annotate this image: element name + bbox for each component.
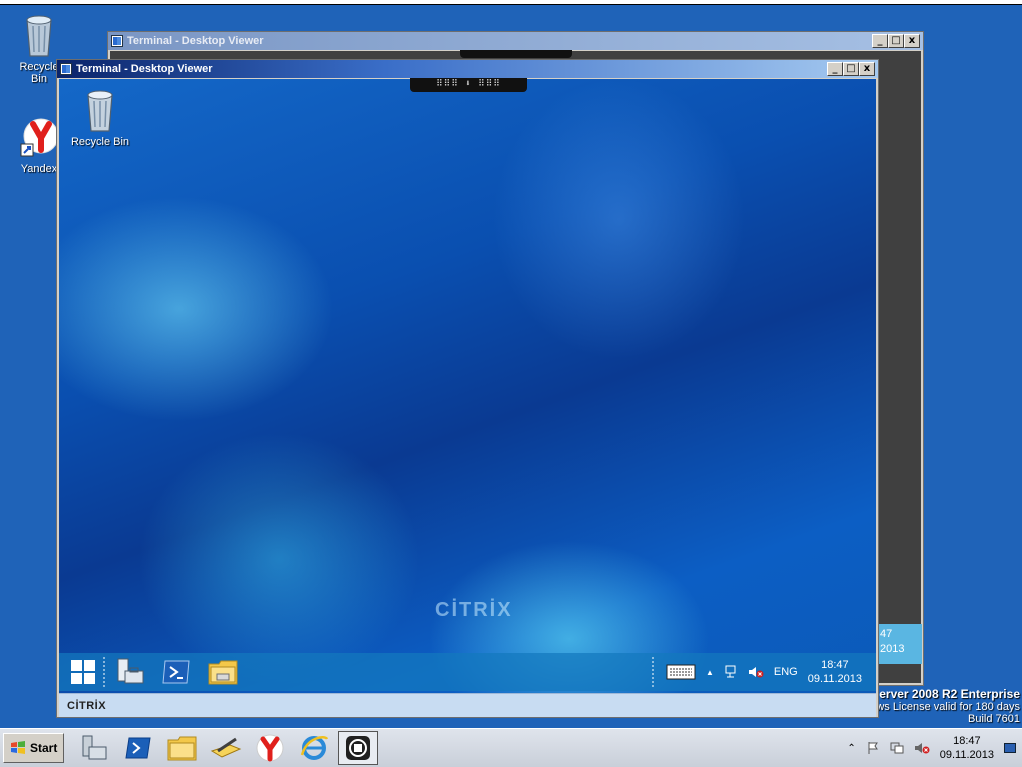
folder-pen-icon (211, 737, 242, 758)
back-window-controls: _ □ x (872, 34, 920, 48)
citrix-toolbar-dragbar[interactable]: ⠿⠿⠿ ⬇ ⠿⠿⠿ (410, 78, 527, 92)
host-taskbar-server-manager[interactable] (74, 731, 114, 765)
action-center-flag-icon[interactable] (866, 741, 880, 755)
host-taskbar-internet-explorer[interactable] (294, 731, 334, 765)
close-button[interactable]: x (859, 62, 875, 76)
inner-server-manager-button[interactable] (115, 657, 145, 687)
show-desktop-button[interactable] (1004, 743, 1016, 753)
network-icon[interactable] (724, 665, 738, 679)
front-desktop-viewer-window[interactable]: Terminal - Desktop Viewer _ □ x Recycle … (56, 59, 879, 718)
maximize-button[interactable]: □ (843, 62, 859, 76)
host-clock-date: 09.11.2013 (939, 749, 994, 761)
server-manager-icon (117, 658, 144, 684)
back-clock-time: 47 (880, 628, 893, 640)
host-taskbar: Start ⌃ 18:47 09.11.2013 (0, 728, 1022, 767)
citrix-wallpaper-logo: CİTRİX (435, 599, 513, 621)
back-window-title: Terminal - Desktop Viewer (127, 35, 264, 47)
citrix-status-bar: CİTRİX (59, 693, 876, 717)
host-taskbar-powershell[interactable] (118, 731, 158, 765)
host-show-hidden-icons[interactable]: ⌃ (847, 743, 855, 754)
recycle-bin-icon (87, 90, 113, 132)
watermark-edition: erver 2008 R2 Enterprise (879, 687, 1020, 701)
windows-edition-watermark: erver 2008 R2 Enterprise ws License vali… (876, 687, 1020, 725)
file-explorer-icon (167, 736, 197, 761)
yandex-browser-icon (256, 734, 284, 762)
inner-icon-recycle-bin[interactable]: Recycle Bin (65, 87, 135, 148)
inner-system-tray: ▲ ENG 18:47 09.11.2013 (651, 657, 876, 687)
back-clock-date: 2013 (880, 643, 905, 655)
powershell-icon (162, 660, 190, 684)
inner-icon-recycle-bin-label: Recycle Bin (70, 136, 130, 148)
host-taskbar-file-explorer[interactable] (162, 731, 202, 765)
show-hidden-icons-chevron[interactable]: ▲ (706, 668, 714, 677)
windows-start-icon (71, 660, 95, 684)
powershell-icon (125, 737, 151, 759)
keyboard-icon[interactable] (666, 664, 696, 680)
inner-tray-grip[interactable] (651, 657, 656, 687)
host-clock[interactable]: 18:47 09.11.2013 (940, 734, 994, 762)
citrix-status-logo: CİTRİX (67, 699, 107, 712)
host-icon-recycle-bin-label: Recycle Bin (19, 61, 59, 85)
start-label: Start (30, 741, 58, 755)
inner-taskbar-grip[interactable] (103, 657, 107, 687)
inner-start-button[interactable] (71, 657, 95, 687)
back-maximize-button[interactable]: □ (888, 34, 904, 48)
front-window-title: Terminal - Desktop Viewer (76, 63, 213, 75)
inner-file-explorer-button[interactable] (207, 657, 239, 687)
input-language-indicator[interactable]: ENG (774, 666, 798, 678)
host-icon-yandex-label: Yandex (20, 163, 58, 175)
citrix-receiver-icon (346, 736, 371, 760)
host-top-edge (0, 0, 1022, 5)
windows-flag-icon (11, 741, 25, 754)
window-icon (111, 35, 123, 47)
watermark-license: ws License valid for 180 days (876, 701, 1020, 713)
host-taskbar-yandex[interactable] (250, 731, 290, 765)
back-window-titlebar[interactable]: Terminal - Desktop Viewer _ □ x (108, 32, 923, 50)
inner-powershell-button[interactable] (161, 657, 191, 687)
back-minimize-button[interactable]: _ (872, 34, 888, 48)
volume-muted-icon[interactable] (914, 741, 930, 755)
watermark-build: Build 7601 (968, 713, 1020, 725)
internet-explorer-icon (301, 736, 329, 760)
inner-taskbar: ▲ ENG 18:47 09.11.2013 (59, 653, 876, 691)
start-button[interactable]: Start (3, 733, 65, 763)
host-taskbar-folder-pen[interactable] (206, 731, 246, 765)
back-window-clock: 47 2013 (878, 624, 922, 664)
file-explorer-icon (208, 660, 238, 685)
volume-muted-icon[interactable] (748, 665, 764, 679)
host-system-tray: ⌃ 18:47 09.11.2013 (847, 729, 1022, 767)
front-window-controls: _ □ x (827, 62, 875, 76)
host-taskbar-citrix-receiver[interactable] (338, 731, 379, 765)
server-manager-icon (82, 735, 107, 760)
back-window-dragbar[interactable] (460, 50, 572, 58)
citrix-remote-desktop[interactable]: Recycle Bin CİTRİX ▲ ENG 18:47 09.11.201… (59, 79, 876, 693)
yandex-browser-icon (20, 118, 59, 157)
inner-clock[interactable]: 18:47 09.11.2013 (808, 658, 862, 686)
back-close-button[interactable]: x (904, 34, 920, 48)
inner-clock-date: 09.11.2013 (807, 673, 862, 685)
recycle-bin-icon (26, 15, 52, 57)
network-icon[interactable] (890, 741, 904, 755)
window-icon (60, 63, 72, 75)
inner-clock-time: 18:47 (821, 659, 849, 671)
minimize-button[interactable]: _ (827, 62, 843, 76)
host-clock-time: 18:47 (953, 735, 981, 747)
front-window-titlebar[interactable]: Terminal - Desktop Viewer _ □ x (57, 60, 878, 78)
